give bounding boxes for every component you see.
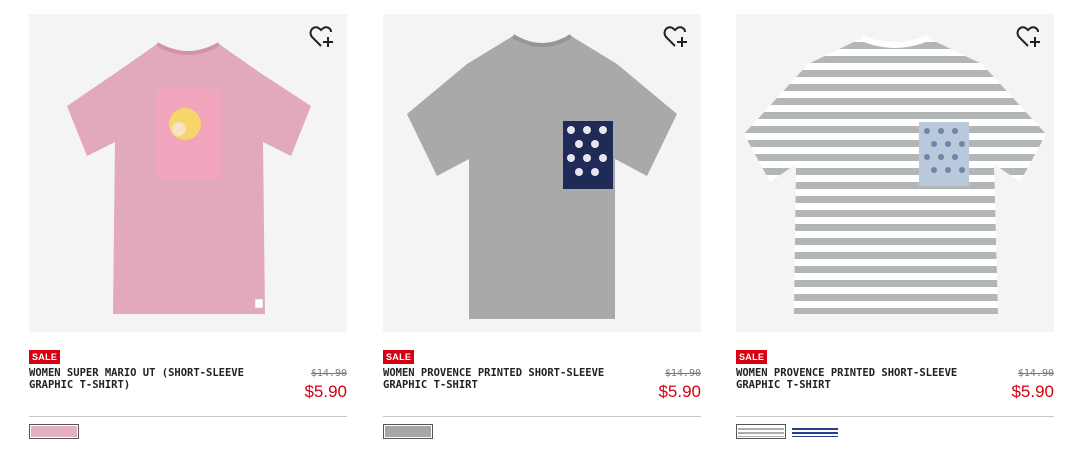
divider: [29, 416, 347, 417]
divider: [736, 416, 1054, 417]
tshirt-image: [744, 35, 1046, 314]
favorite-heart-plus-icon[interactable]: [1016, 24, 1042, 50]
sale-price: $5.90: [658, 382, 701, 401]
product-name[interactable]: WOMEN PROVENCE PRINTED SHORT-SLEEVE GRAP…: [736, 367, 961, 391]
original-price: $14.90: [1017, 368, 1054, 379]
product-image[interactable]: [29, 14, 347, 332]
sale-badge: SALE: [736, 350, 768, 364]
favorite-heart-plus-icon[interactable]: [663, 24, 689, 50]
color-swatch-pink[interactable]: [29, 424, 79, 439]
sale-price: $5.90: [1011, 382, 1054, 401]
product-name[interactable]: WOMEN PROVENCE PRINTED SHORT-SLEEVE GRAP…: [383, 367, 608, 391]
color-swatch-striped-navy[interactable]: [790, 424, 840, 439]
color-swatches: [736, 424, 840, 439]
original-price: $14.90: [664, 368, 701, 379]
sale-badge: SALE: [29, 350, 61, 364]
color-swatches: [383, 424, 433, 439]
divider: [383, 416, 701, 417]
product-card[interactable]: SALE WOMEN PROVENCE PRINTED SHORT-SLEEVE…: [736, 14, 1054, 439]
sale-badge: SALE: [383, 350, 415, 364]
sale-price: $5.90: [304, 382, 347, 401]
original-price: $14.90: [310, 368, 347, 379]
color-swatch-striped-gray[interactable]: [736, 424, 786, 439]
product-image[interactable]: [383, 14, 701, 332]
favorite-heart-plus-icon[interactable]: [309, 24, 335, 50]
tshirt-image: [67, 42, 311, 314]
tshirt-image: [407, 34, 677, 319]
product-name[interactable]: WOMEN SUPER MARIO UT (SHORT-SLEEVE GRAPH…: [29, 367, 254, 391]
product-card[interactable]: SALE WOMEN SUPER MARIO UT (SHORT-SLEEVE …: [29, 14, 347, 439]
color-swatches: [29, 424, 79, 439]
color-swatch-gray[interactable]: [383, 424, 433, 439]
product-image[interactable]: [736, 14, 1054, 332]
product-card[interactable]: SALE WOMEN PROVENCE PRINTED SHORT-SLEEVE…: [383, 14, 701, 439]
